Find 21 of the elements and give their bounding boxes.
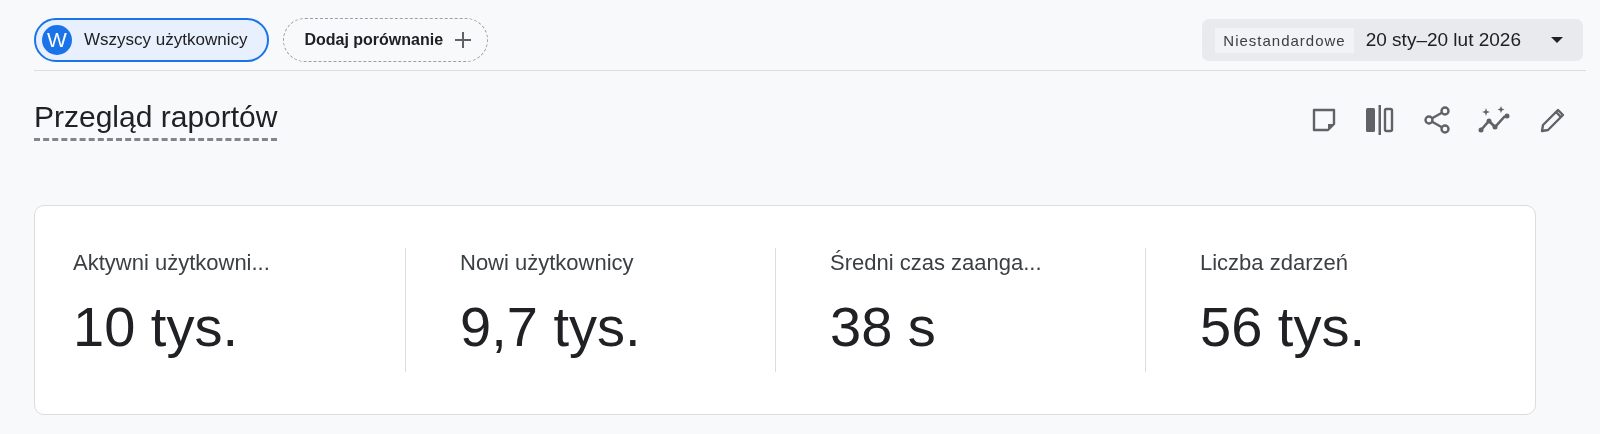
report-title[interactable]: Przegląd raportów xyxy=(34,99,278,141)
segment-avatar: W xyxy=(42,25,72,55)
insights-sparkle-icon[interactable] xyxy=(1478,105,1512,135)
metric-value: 10 tys. xyxy=(73,294,239,359)
date-preset-label: Niestandardowe xyxy=(1215,27,1354,53)
metric-label: Nowi użytkownicy xyxy=(460,250,635,276)
date-range-text: 20 sty–20 lut 2026 xyxy=(1365,29,1521,51)
metric-label: Średni czas zaanga... xyxy=(830,250,1043,276)
metric-value: 38 s xyxy=(830,294,937,359)
segment-chip[interactable]: W Wszyscy użytkownicy xyxy=(34,18,270,62)
compare-columns-icon[interactable] xyxy=(1364,105,1396,135)
dropdown-caret-icon xyxy=(1551,37,1563,43)
metric-value: 56 tys. xyxy=(1200,294,1366,359)
date-range-picker[interactable]: Niestandardowe 20 sty–20 lut 2026 xyxy=(1202,19,1583,61)
metric-label: Aktywni użytkowni... xyxy=(73,250,271,276)
metric-value: 9,7 tys. xyxy=(460,294,642,359)
note-icon[interactable] xyxy=(1310,106,1338,134)
segment-label: Wszyscy użytkownicy xyxy=(84,30,248,50)
metric-label: Liczba zdarzeń xyxy=(1200,250,1349,276)
plus-icon xyxy=(453,30,474,50)
share-icon[interactable] xyxy=(1422,105,1452,135)
